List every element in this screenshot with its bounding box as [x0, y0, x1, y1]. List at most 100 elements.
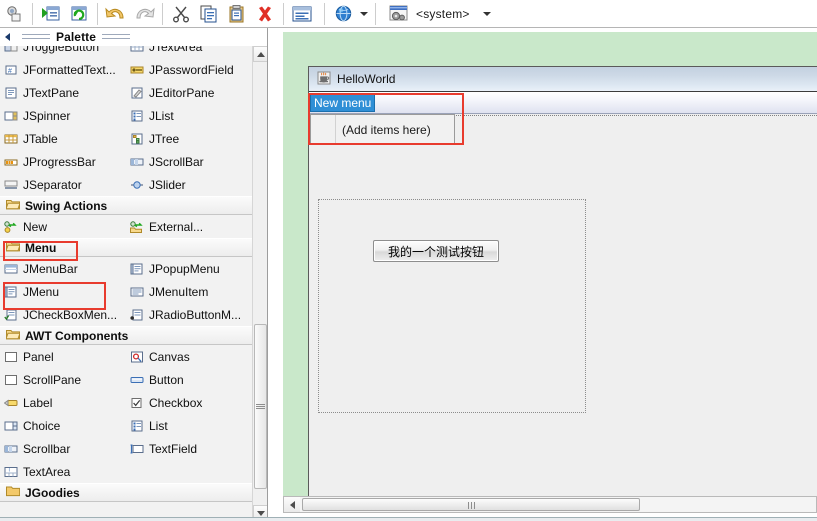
- palette-item-textfield[interactable]: TextField: [126, 437, 252, 460]
- design-horizontal-scrollbar[interactable]: [283, 496, 817, 513]
- cut-icon[interactable]: [168, 2, 194, 26]
- properties-icon[interactable]: [289, 2, 315, 26]
- delete-icon[interactable]: [252, 2, 278, 26]
- designed-jframe[interactable]: HelloWorld New menu (Add items here) 我的一…: [308, 66, 817, 497]
- palette-item-checkbox[interactable]: Checkbox: [126, 391, 252, 414]
- scrollbar-thumb[interactable]: [254, 324, 267, 489]
- toolbar-group-history: [102, 0, 158, 28]
- panel-icon: [4, 351, 18, 363]
- category-label: JGoodies: [25, 485, 80, 500]
- palette-item-jpasswordfield[interactable]: JPasswordField: [126, 58, 252, 81]
- palette-item-label: Button: [149, 372, 184, 387]
- palette-item-label: JMenuBar: [23, 261, 78, 276]
- palette-category-awt-components[interactable]: AWT Components: [0, 326, 253, 345]
- lookandfeel-icon[interactable]: [385, 2, 411, 26]
- palette-item-jspinner[interactable]: JSpinner: [0, 104, 126, 127]
- collapse-left-arrow-icon[interactable]: [5, 32, 10, 41]
- palette-category-swing-actions[interactable]: Swing Actions: [0, 196, 253, 215]
- toolbar-group-lookandfeel: <system>: [384, 0, 494, 28]
- lookandfeel-dropdown-arrow[interactable]: [480, 2, 494, 26]
- locale-dropdown-arrow[interactable]: [357, 2, 371, 26]
- jframe-content-pane[interactable]: 我的一个测试按钮: [309, 115, 817, 497]
- palette-item-label: JEditorPane: [149, 85, 215, 100]
- palette-item-jlist[interactable]: JList: [126, 104, 252, 127]
- palette-item-label: JToggleButton: [23, 46, 100, 54]
- java-cup-icon: [317, 71, 331, 88]
- palette-body[interactable]: JToggleButton JTextArea # JFormattedText…: [0, 46, 253, 521]
- palette-item-label: TextField: [149, 441, 198, 456]
- new-action-icon: [4, 220, 18, 233]
- palette-item-canvas[interactable]: Canvas: [126, 345, 252, 368]
- palette-item-scrollbar[interactable]: Scrollbar: [0, 437, 126, 460]
- content-layout-region[interactable]: 我的一个测试按钮: [318, 199, 586, 413]
- undo-icon[interactable]: [103, 2, 129, 26]
- palette-item-label[interactable]: Label: [0, 391, 126, 414]
- palette-category-jgoodies[interactable]: JGoodies: [0, 483, 253, 502]
- palette-item-scrollpane[interactable]: ScrollPane: [0, 368, 126, 391]
- menu-dropdown-popup[interactable]: (Add items here): [310, 114, 455, 145]
- palette-item-jformattedtextfield[interactable]: # JFormattedText...: [0, 58, 126, 81]
- scroll-up-arrow-icon: [256, 51, 265, 57]
- design-canvas[interactable]: HelloWorld New menu (Add items here) 我的一…: [283, 32, 817, 497]
- palette-item-new-action[interactable]: New: [0, 215, 126, 238]
- toolbar-group-properties: [288, 0, 316, 28]
- palette-item-jslider[interactable]: JSlider: [126, 173, 252, 196]
- slider-icon: [130, 179, 144, 191]
- run-icon[interactable]: [38, 2, 64, 26]
- palette-item-jcheckboxmenuitem[interactable]: JCheckBoxMen...: [0, 303, 126, 326]
- palette-row: JTable JTree: [0, 127, 253, 150]
- palette-item-choice[interactable]: Choice: [0, 414, 126, 437]
- palette-vertical-scrollbar[interactable]: [252, 46, 267, 521]
- togglebutton-icon: [4, 46, 18, 53]
- scroll-left-button[interactable]: [284, 497, 300, 512]
- palette-item-label: JTextPane: [23, 85, 80, 100]
- checkbox-icon: [130, 397, 144, 409]
- palette-item-jmenuitem[interactable]: JMenuItem: [126, 280, 252, 303]
- palette-item-jpopupmenu[interactable]: JPopupMenu: [126, 257, 252, 280]
- palette-item-jtextarea[interactable]: JTextArea: [126, 46, 252, 58]
- palette-item-jtextpane[interactable]: JTextPane: [0, 81, 126, 104]
- palette-item-awt-textarea[interactable]: I TextArea: [0, 460, 126, 483]
- palette-item-jmenu[interactable]: JMenu: [0, 280, 126, 303]
- menu-add-items-placeholder[interactable]: (Add items here): [336, 123, 454, 137]
- palette-item-label: JList: [149, 108, 174, 123]
- palette-item-jradiobuttonmenuitem[interactable]: JRadioButtonM...: [126, 303, 252, 326]
- scroll-up-button[interactable]: [253, 46, 267, 62]
- globe-icon[interactable]: [330, 2, 356, 26]
- textfield-icon: [130, 443, 144, 455]
- paste-icon[interactable]: [224, 2, 250, 26]
- copy-icon[interactable]: [196, 2, 222, 26]
- inspect-icon[interactable]: [1, 2, 27, 26]
- palette-item-jtable[interactable]: JTable: [0, 127, 126, 150]
- label-icon: [4, 397, 18, 409]
- palette-row: JMenuBar JPopupMenu: [0, 257, 253, 280]
- folder-open-icon: [5, 328, 21, 343]
- palette-item-jeditorpane[interactable]: JEditorPane: [126, 81, 252, 104]
- toolbar-group-locale: [329, 0, 371, 28]
- refresh-icon[interactable]: [66, 2, 92, 26]
- palette-item-label: Scrollbar: [23, 441, 71, 456]
- test-button[interactable]: 我的一个测试按钮: [373, 240, 499, 262]
- palette-item-jtree[interactable]: JTree: [126, 127, 252, 150]
- palette-item-jmenubar[interactable]: JMenuBar: [0, 257, 126, 280]
- palette-item-jscrollbar[interactable]: JScrollBar: [126, 150, 252, 173]
- palette-category-menu[interactable]: Menu: [0, 238, 253, 257]
- palette-item-button[interactable]: Button: [126, 368, 252, 391]
- category-label: Menu: [25, 240, 57, 255]
- menu-new-menu[interactable]: New menu: [310, 93, 376, 112]
- palette-item-label: Label: [23, 395, 53, 410]
- hscrollbar-thumb[interactable]: [302, 498, 640, 511]
- jframe-menubar[interactable]: New menu: [309, 92, 817, 114]
- palette-item-jseparator[interactable]: JSeparator: [0, 173, 126, 196]
- redo-icon[interactable]: [131, 2, 157, 26]
- palette-row: JMenu JMenuItem: [0, 280, 253, 303]
- palette-item-jprogressbar[interactable]: JProgressBar: [0, 150, 126, 173]
- palette-item-awt-list[interactable]: List: [126, 414, 252, 437]
- scroll-down-arrow-icon: [256, 510, 265, 516]
- menu-icon: [4, 286, 18, 298]
- palette-item-jtogglebutton[interactable]: JToggleButton: [0, 46, 126, 58]
- palette-row: JCheckBoxMen... JRadioButtonM...: [0, 303, 253, 326]
- main-toolbar: <system>: [0, 0, 817, 28]
- palette-item-panel[interactable]: Panel: [0, 345, 126, 368]
- palette-item-external-action[interactable]: External...: [126, 215, 252, 238]
